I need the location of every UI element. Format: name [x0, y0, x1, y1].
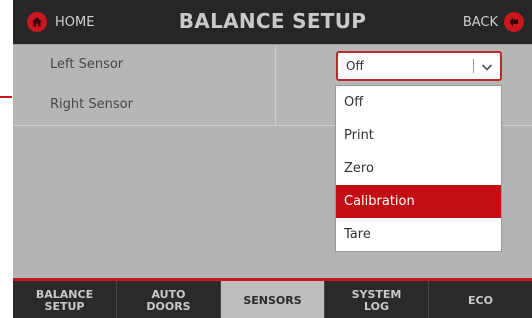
tab-sensors[interactable]: SENSORS — [221, 281, 325, 318]
arrow-back-icon — [504, 12, 524, 32]
dropdown-option-tare[interactable]: Tare — [336, 218, 501, 251]
tab-eco[interactable]: ECO — [429, 281, 532, 318]
left-sensor-row: Left Sensor Off — [13, 44, 532, 86]
device-screen: HOME BALANCE SETUP BACK Left Sensor Off — [13, 0, 532, 318]
back-label: BACK — [462, 14, 498, 30]
chevron-down-icon — [480, 59, 494, 78]
tab-label: SYSTEM LOG — [351, 287, 402, 313]
dropdown-option-zero[interactable]: Zero — [336, 152, 501, 185]
page-title: BALANCE SETUP — [178, 9, 367, 33]
dropdown-option-off[interactable]: Off — [336, 86, 501, 119]
tab-label: SENSORS — [243, 293, 302, 307]
row-divider — [275, 85, 276, 125]
bottom-nav: BALANCE SETUP AUTO DOORS SENSORS SYSTEM … — [13, 281, 532, 318]
dropdown-option-calibration[interactable]: Calibration — [336, 185, 501, 218]
select-value: Off — [346, 59, 364, 73]
edge-marker — [0, 96, 12, 98]
tab-label: AUTO DOORS — [146, 287, 191, 313]
left-sensor-select[interactable]: Off — [336, 51, 502, 81]
tab-system-log[interactable]: SYSTEM LOG — [325, 281, 429, 318]
tab-label: ECO — [468, 293, 493, 307]
left-sensor-label: Left Sensor — [50, 57, 124, 72]
tab-balance-setup[interactable]: BALANCE SETUP — [13, 281, 117, 318]
back-button[interactable]: BACK — [463, 12, 524, 32]
dropdown-option-print[interactable]: Print — [336, 119, 501, 152]
sensor-dropdown-menu: Off Print Zero Calibration Tare — [335, 85, 502, 252]
row-divider — [275, 45, 276, 85]
tab-label: BALANCE SETUP — [35, 287, 94, 313]
tab-auto-doors[interactable]: AUTO DOORS — [117, 281, 221, 318]
select-separator — [473, 59, 474, 73]
right-sensor-label: Right Sensor — [50, 97, 133, 112]
header-bar: HOME BALANCE SETUP BACK — [13, 0, 532, 44]
